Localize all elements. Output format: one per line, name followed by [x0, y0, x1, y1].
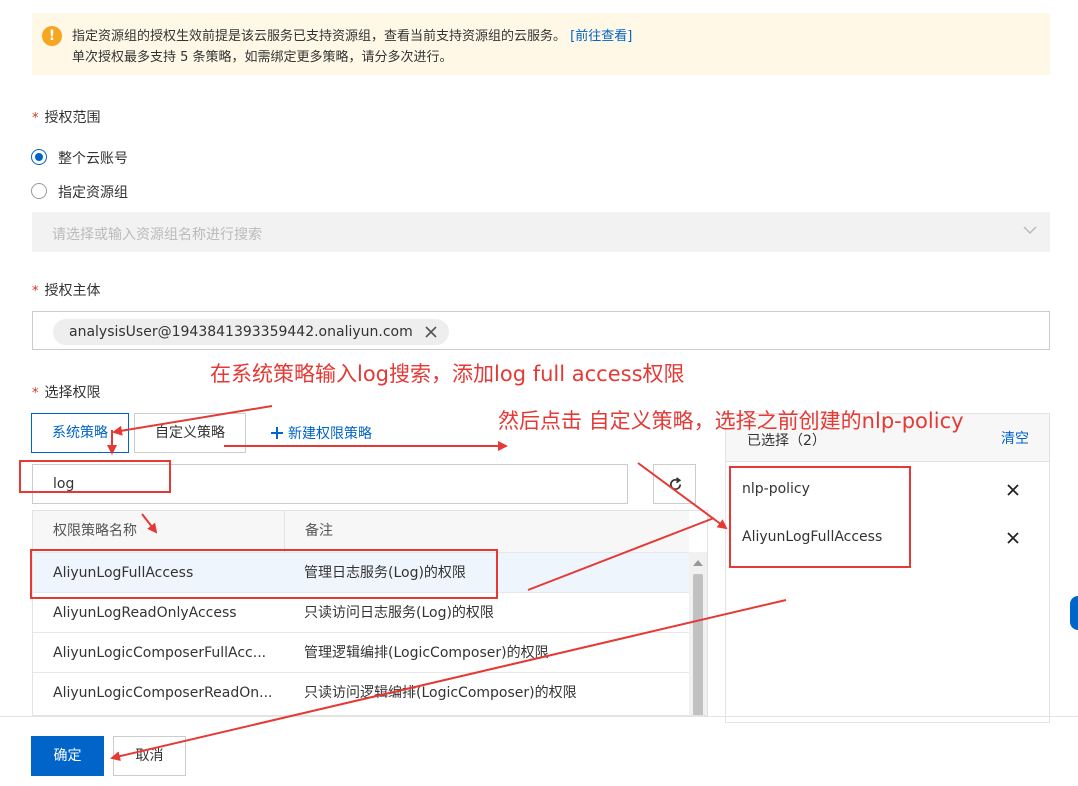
arrow-to-system-tab [112, 405, 273, 436]
arrow-to-column [141, 513, 158, 534]
annotation-arrows [107, 405, 787, 762]
arrow-to-confirm [110, 599, 787, 762]
arrow-line-from-row [527, 517, 715, 591]
